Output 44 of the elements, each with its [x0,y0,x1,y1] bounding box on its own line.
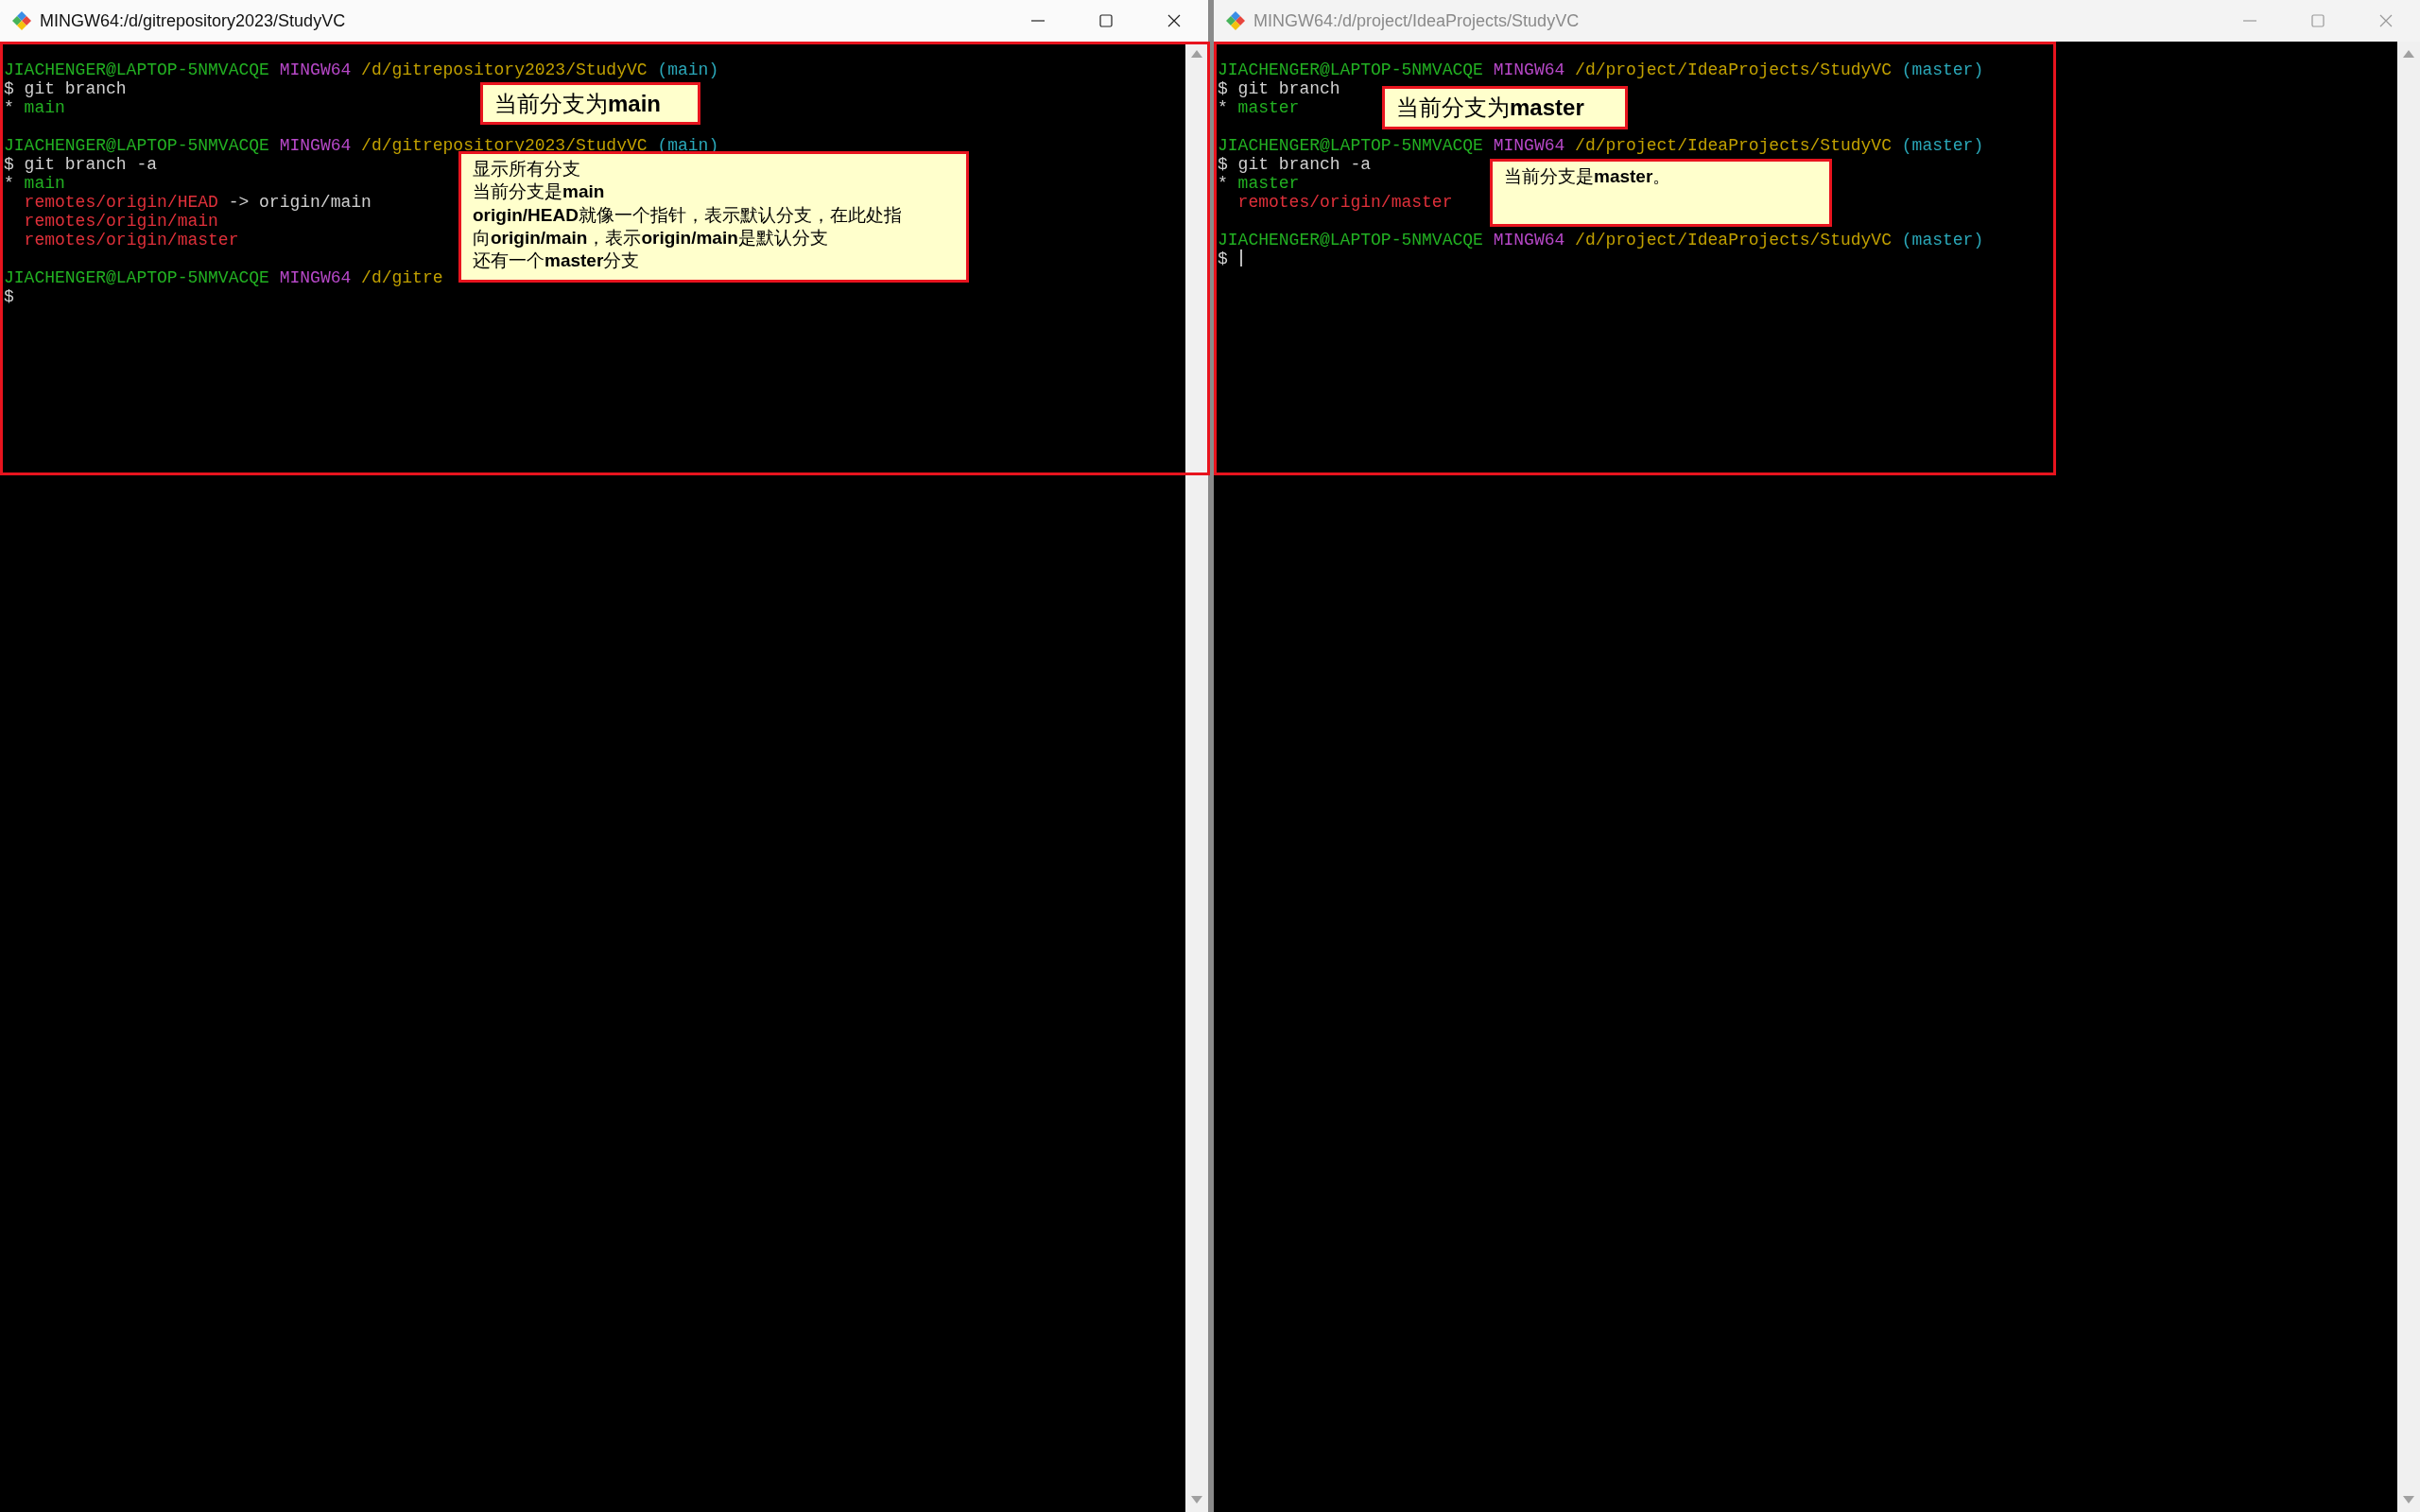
scrollbar[interactable] [2397,42,2420,1512]
note-text: 当前分支是main [473,180,606,204]
window-title: MINGW64:/d/project/IdeaProjects/StudyVC [1253,9,1580,32]
close-icon [1167,13,1182,28]
note-text: 还有一个master分支 [473,249,641,273]
prompt-line: JIACHENGER@LAPTOP-5NMVACQE MINGW64 /d/gitre [4,268,443,287]
scroll-up-icon[interactable] [1190,49,1203,59]
maximize-icon [1098,13,1114,28]
note-text: 显示所有分支 [473,158,581,180]
note-text: origin/HEAD就像一个指针，表示默认分支，在此处指 [473,203,903,227]
maximize-icon [2310,13,2325,28]
command-line: $ git branch [1218,79,1340,98]
minimize-icon [1031,20,1045,22]
command-line: $ git branch -a [4,155,158,174]
output-line: remotes/origin/master [23,231,239,249]
diamond-icon [11,10,32,31]
output-line: remotes/origin/main [23,212,218,231]
note-text: 当前分支为master [1396,94,1585,122]
output-line: remotes/origin/HEAD -> origin/main [23,193,372,212]
prompt-line: JIACHENGER@LAPTOP-5NMVACQE MINGW64 /d/project/IdeaProjects/StudyVC (master) [1218,231,1984,249]
output-line: remotes/origin/master [1236,193,1453,212]
scroll-up-icon[interactable] [2402,49,2415,59]
output-line: * main [4,174,65,193]
scroll-down-icon[interactable] [2402,1495,2415,1504]
output-line: * master [1218,98,1300,117]
note-text: 当前分支是master。 [1504,165,1672,188]
output-line: * main [4,98,65,117]
note-text: 向origin/main，表示origin/main是默认分支 [473,226,829,249]
minimize-icon [2243,20,2256,22]
command-line: $ [1218,249,1228,268]
window-title: MINGW64:/d/gitrepository2023/StudyVC [40,9,346,32]
output-line: * master [1218,174,1300,193]
command-line: $ [4,287,14,306]
prompt-line: JIACHENGER@LAPTOP-5NMVACQE MINGW64 /d/gitrepository2023/StudyVC (main) [4,136,719,155]
scroll-down-icon[interactable] [1190,1495,1203,1504]
close-icon [2378,13,2394,28]
prompt-line: JIACHENGER@LAPTOP-5NMVACQE MINGW64 /d/project/IdeaProjects/StudyVC (master) [1218,60,1984,79]
command-line: $ git branch -a [1218,155,1372,174]
scrollbar[interactable] [1185,42,1208,1512]
prompt-line: JIACHENGER@LAPTOP-5NMVACQE MINGW64 /d/project/IdeaProjects/StudyVC (master) [1218,136,1984,155]
command-line: $ git branch [4,79,127,98]
diamond-icon [1225,10,1246,31]
note-text: 当前分支为main [494,90,662,118]
prompt-line: JIACHENGER@LAPTOP-5NMVACQE MINGW64 /d/gitrepository2023/StudyVC (main) [4,60,719,79]
